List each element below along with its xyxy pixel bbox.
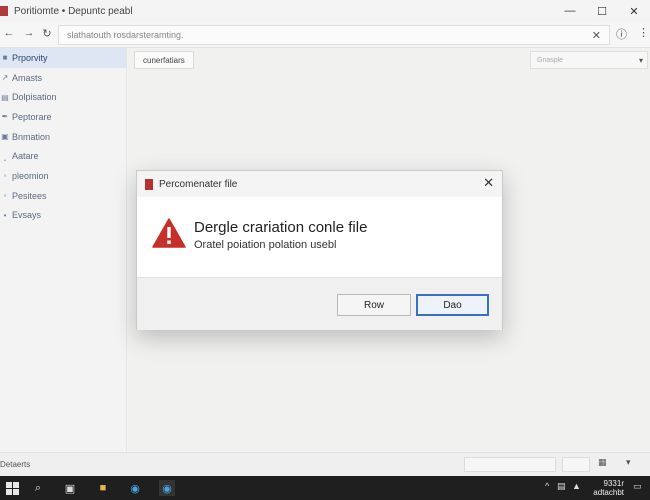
sidebar-item-icon: ✒ (1, 112, 9, 122)
sidebar-item-icon: • (3, 210, 7, 220)
dialog-body: Dergle crariation conle file Oratel poia… (137, 197, 502, 277)
window-controls: — ☐ ✕ (554, 0, 650, 22)
chevron-down-icon: ▾ (638, 55, 643, 65)
dialog-submessage: Oratel poiation polation usebl (194, 239, 337, 251)
forward-icon[interactable]: → (20, 27, 38, 39)
sidebar-item-icon: ◦ (3, 171, 7, 181)
url-text: slathatouth rosdarsteramting. (67, 30, 184, 40)
sidebar-item-label: Aatare (12, 151, 39, 162)
error-dialog: Percomenater file ✕ Dergle crariation co… (136, 170, 503, 330)
back-icon[interactable]: ← (0, 27, 18, 39)
sidebar-item[interactable]: ‸ Aatare (0, 146, 126, 166)
status-field[interactable] (464, 457, 556, 472)
dialog-title: Percomenater file (159, 178, 238, 190)
sidebar-item-label: Prporvity (12, 52, 48, 63)
sidebar-item[interactable]: ◦ pleomion (0, 166, 126, 186)
sidebar-item[interactable]: ✒ Peptorare (0, 107, 126, 127)
sidebar-item[interactable]: ◦ Pesitees (0, 186, 126, 206)
tab-chip[interactable]: cunerfatiars (134, 51, 194, 69)
primary-button[interactable]: Dao (416, 294, 489, 316)
sidebar-item[interactable]: • Evsays (0, 206, 126, 226)
maximize-button[interactable]: ☐ (586, 0, 618, 22)
edge-icon[interactable]: ◉ (127, 480, 143, 496)
browser-icon[interactable]: ◉ (159, 480, 175, 496)
dialog-footer: Row Dao (137, 277, 502, 330)
clear-url-icon[interactable]: ✕ (592, 29, 601, 42)
sidebar-item-icon: ▤ (1, 92, 9, 102)
sidebar-item-icon: ‸ (3, 151, 7, 161)
task-view-icon[interactable]: ▣ (62, 480, 78, 496)
sidebar-item-label: Bnmation (12, 131, 51, 142)
status-text: Detaerts (0, 460, 31, 469)
filter-dropdown[interactable]: Gnasple ▾ (530, 51, 648, 69)
notification-icon[interactable]: ▭ (633, 481, 642, 492)
sidebar-item-label: Pesitees (12, 190, 47, 201)
dialog-titlebar: Percomenater file ✕ (137, 171, 502, 197)
clock[interactable]: 9331r adtachbt (593, 479, 624, 497)
minimize-button[interactable]: — (554, 0, 586, 22)
secondary-button[interactable]: Row (337, 294, 411, 316)
sidebar-item-label: Peptorare (12, 111, 52, 122)
sidebar-item[interactable]: ▣ Bnmation (0, 127, 126, 147)
app-icon (0, 6, 8, 16)
close-icon[interactable]: ✕ (483, 175, 494, 191)
info-icon[interactable]: ⓘ (616, 26, 627, 42)
close-window-button[interactable]: ✕ (618, 0, 650, 22)
dropdown-value: Gnasple (537, 56, 564, 64)
clock-time: 9331r (603, 479, 624, 488)
dialog-app-icon (145, 178, 153, 190)
url-input[interactable]: slathatouth rosdarsteramting. ✕ (58, 25, 610, 45)
search-icon[interactable]: ⌕ (30, 480, 46, 496)
sidebar-item-icon: ↗ (1, 73, 9, 83)
start-icon[interactable] (4, 480, 20, 496)
window-title: Poritiomte • Depuntc peabl (14, 5, 133, 17)
status-bar: Detaerts ▦ ▾ (0, 452, 650, 476)
dialog-message: Dergle crariation conle file (194, 219, 368, 236)
sidebar-item-icon: ▣ (1, 132, 9, 142)
sidebar-item-label: Dolpisation (12, 92, 57, 103)
sidebar-item-label: Evsays (12, 210, 42, 221)
network-icon[interactable]: ▤ (557, 481, 566, 492)
view-toggle[interactable] (562, 457, 590, 472)
folder-icon[interactable]: ■ (95, 480, 111, 496)
sidebar: ■ Prporvity ↗ Amasts ▤ Dolpisation ✒ Peptorare ▣… (0, 48, 127, 452)
sidebar-item-label: pleomion (12, 170, 49, 181)
warning-icon (152, 218, 186, 251)
clock-date: adtachbt (593, 488, 624, 497)
menu-dots-icon[interactable]: ⋮ (638, 26, 649, 39)
layout-icon[interactable]: ▦ (598, 457, 607, 468)
sidebar-item-icon: ■ (2, 53, 8, 63)
chevron-down-icon[interactable]: ▾ (626, 457, 631, 468)
taskbar: ⌕ ▣ ■ ◉ ◉ ^ ▤ ▲ 9331r adtachbt ▭ (0, 476, 650, 500)
sidebar-item-label: Amasts (12, 72, 43, 83)
refresh-icon[interactable]: ↻ (38, 27, 56, 40)
chevron-up-icon[interactable]: ^ (545, 481, 549, 491)
sidebar-item[interactable]: ↗ Amasts (0, 68, 126, 88)
sidebar-item-icon: ◦ (3, 191, 7, 201)
volume-icon[interactable]: ▲ (572, 481, 581, 491)
window-titlebar: Poritiomte • Depuntc peabl — ☐ ✕ (0, 0, 650, 22)
sidebar-item[interactable]: ■ Prporvity (0, 48, 126, 68)
address-bar: ← → ↻ slathatouth rosdarsteramting. ✕ ⓘ … (0, 22, 650, 48)
sidebar-item[interactable]: ▤ Dolpisation (0, 87, 126, 107)
